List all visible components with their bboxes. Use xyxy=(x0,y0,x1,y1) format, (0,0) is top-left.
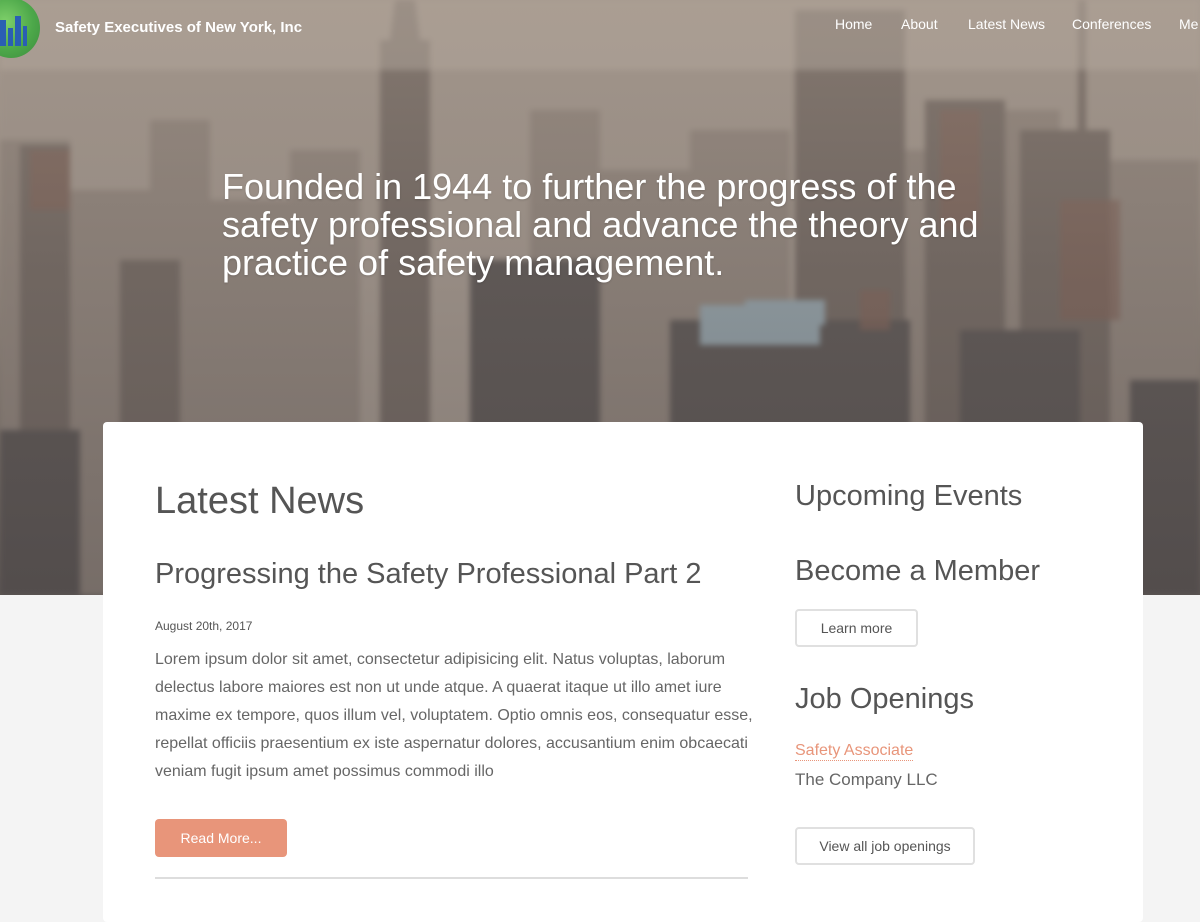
post-date: August 20th, 2017 xyxy=(155,619,253,633)
view-all-jobs-button[interactable]: View all job openings xyxy=(795,827,975,865)
nav-conferences[interactable]: Conferences xyxy=(1072,16,1151,32)
nav-latest-news[interactable]: Latest News xyxy=(968,16,1045,32)
post-divider xyxy=(155,877,748,879)
read-more-button[interactable]: Read More... xyxy=(155,819,287,857)
latest-news-heading: Latest News xyxy=(155,480,365,522)
job-openings-heading: Job Openings xyxy=(795,683,974,715)
nav-membership[interactable]: Me xyxy=(1179,16,1198,32)
post-excerpt: Lorem ipsum dolor sit amet, consectetur … xyxy=(155,651,753,780)
post-title[interactable]: Progressing the Safety Professional Part… xyxy=(155,558,701,591)
nav-about[interactable]: About xyxy=(901,16,938,32)
content-card: Latest News Progressing the Safety Profe… xyxy=(103,422,1143,922)
job-company: The Company LLC xyxy=(795,770,938,789)
upcoming-events-heading: Upcoming Events xyxy=(795,480,1023,512)
job-title-link[interactable]: Safety Associate xyxy=(795,742,914,761)
hero-tagline: Founded in 1944 to further the progress … xyxy=(222,166,979,283)
nav-home[interactable]: Home xyxy=(835,16,872,32)
main-nav: Home About Latest News Conferences Me xyxy=(0,16,1200,36)
become-member-heading: Become a Member xyxy=(795,555,1040,587)
learn-more-button[interactable]: Learn more xyxy=(795,609,918,647)
